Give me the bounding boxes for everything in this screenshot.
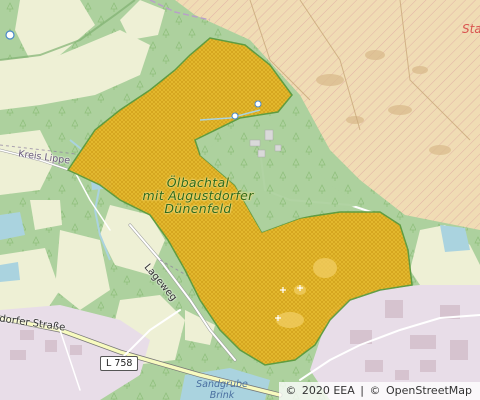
place-label-partial: Sta: [462, 22, 480, 36]
attribution-osm-link[interactable]: OpenStreetMap: [386, 384, 472, 397]
sandgrube-label-line2: Brink: [209, 390, 235, 400]
copyright-symbol-osm: ©: [369, 384, 381, 397]
attribution-eea: 2020 EEA: [301, 384, 355, 397]
attribution-separator: |: [360, 384, 364, 397]
map-attribution: © 2020 EEA | © OpenStreetMap: [279, 382, 480, 400]
map-canvas[interactable]: Ölbachtal mit Augustdorfer Dünenfeld Kre…: [0, 0, 480, 400]
route-l758-badge: L 758: [100, 356, 139, 371]
protected-area-label-line3: Dünenfeld: [164, 201, 232, 216]
protected-area-label: Ölbachtal mit Augustdorfer Dünenfeld: [128, 176, 268, 215]
sandgrube-label-line1: Sandgrube: [196, 379, 248, 390]
copyright-symbol: ©: [285, 384, 297, 397]
sandgrube-label: Sandgrube Brink: [182, 379, 262, 400]
